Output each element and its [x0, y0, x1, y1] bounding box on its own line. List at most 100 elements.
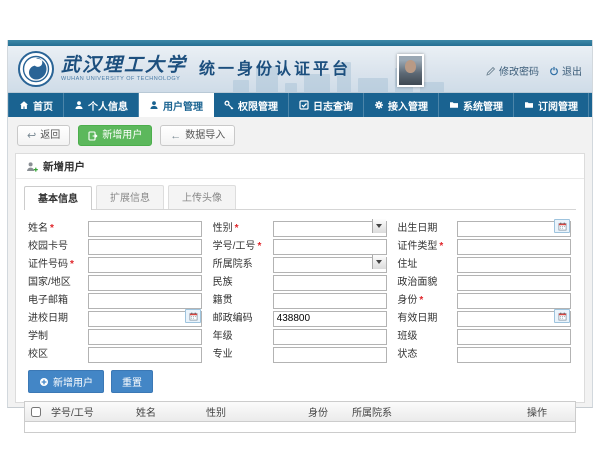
nav-item-6[interactable]: 系统管理	[439, 93, 514, 117]
field-label: 身份*	[397, 291, 457, 306]
field-input[interactable]	[457, 257, 571, 273]
field-input[interactable]	[88, 347, 202, 363]
table-header-cell: 所属院系	[348, 404, 523, 419]
calendar-icon[interactable]	[185, 309, 201, 323]
add-person-icon	[26, 161, 38, 173]
submit-add-user-label: 新增用户	[53, 374, 93, 389]
nav-item-label: 用户管理	[163, 98, 203, 113]
dropdown-arrow-icon[interactable]	[372, 219, 386, 233]
table-header-cell: 姓名	[132, 404, 202, 419]
nav-item-0[interactable]: 首页	[8, 93, 64, 117]
field-input-wrap	[457, 272, 571, 288]
field-input[interactable]	[88, 239, 202, 255]
tab-2[interactable]: 上传头像	[168, 185, 236, 209]
field-input-wrap	[273, 344, 387, 360]
field-label: 校区	[28, 345, 88, 360]
form-field: 校园卡号	[28, 236, 207, 252]
field-input[interactable]	[88, 293, 202, 309]
tab-label: 扩展信息	[110, 193, 150, 204]
form-field: 年级	[213, 326, 392, 342]
gear-icon	[374, 100, 384, 110]
table-header-cell: 学号/工号	[47, 404, 132, 419]
field-input[interactable]	[273, 347, 387, 363]
nav-item-7[interactable]: 订阅管理	[514, 93, 589, 117]
data-import-button[interactable]: ← 数据导入	[160, 125, 235, 146]
nav-item-label: 首页	[33, 98, 53, 113]
table-header-cell: 操作	[523, 404, 575, 419]
required-asterisk: *	[235, 223, 239, 234]
table-empty-row	[25, 422, 575, 432]
check-square-icon	[299, 100, 309, 110]
field-input[interactable]	[88, 257, 202, 273]
user-icon	[149, 100, 159, 110]
field-input-wrap	[273, 236, 387, 252]
nav-item-4[interactable]: 日志查询	[289, 93, 364, 117]
form-field: 校区	[28, 344, 207, 360]
reset-label: 重置	[122, 374, 142, 389]
banner: 武汉理工大学 WUHAN UNIVERSITY OF TECHNOLOGY 统一…	[8, 46, 592, 93]
field-input-wrap	[273, 272, 387, 288]
field-input-wrap	[273, 254, 387, 270]
field-input[interactable]	[457, 239, 571, 255]
form-field: 出生日期	[397, 218, 576, 234]
nav-item-3[interactable]: 权限管理	[214, 93, 289, 117]
reset-button[interactable]: 重置	[111, 370, 153, 393]
field-input-wrap	[88, 344, 202, 360]
field-label: 学号/工号*	[213, 237, 273, 252]
tab-0[interactable]: 基本信息	[24, 186, 92, 210]
back-arrow-icon: ↩	[27, 131, 36, 141]
field-input[interactable]	[88, 275, 202, 291]
nav-item-2[interactable]: 用户管理	[139, 93, 214, 117]
screen: 武汉理工大学 WUHAN UNIVERSITY OF TECHNOLOGY 统一…	[0, 0, 600, 450]
field-input[interactable]	[457, 275, 571, 291]
field-input[interactable]	[88, 329, 202, 345]
form-actions: 新增用户 重置	[16, 362, 584, 395]
field-label: 姓名*	[28, 219, 88, 234]
form-tabs: 基本信息 扩展信息 上传头像	[24, 185, 576, 210]
back-button[interactable]: ↩ 返回	[17, 125, 70, 146]
field-input-wrap	[457, 290, 571, 306]
field-input[interactable]	[457, 347, 571, 363]
field-input-wrap	[88, 236, 202, 252]
nav-item-label: 个人信息	[88, 98, 128, 113]
nav-item-5[interactable]: 接入管理	[364, 93, 439, 117]
form-field: 民族	[213, 272, 392, 288]
dropdown-arrow-icon[interactable]	[372, 255, 386, 269]
folder-icon	[449, 100, 459, 110]
select-all-checkbox[interactable]	[31, 407, 41, 417]
field-input[interactable]	[273, 275, 387, 291]
import-arrow-icon: ←	[170, 131, 181, 141]
field-input[interactable]	[273, 221, 387, 237]
field-input-wrap	[88, 308, 202, 324]
app-window: 武汉理工大学 WUHAN UNIVERSITY OF TECHNOLOGY 统一…	[7, 40, 593, 408]
user-table: 学号/工号姓名性别身份所属院系操作	[24, 401, 576, 433]
nav-item-1[interactable]: 个人信息	[64, 93, 139, 117]
calendar-icon[interactable]	[554, 219, 570, 233]
tab-1[interactable]: 扩展信息	[96, 185, 164, 209]
field-input-wrap	[457, 344, 571, 360]
field-input[interactable]	[273, 257, 387, 273]
form-field: 进校日期	[28, 308, 207, 324]
field-input[interactable]	[273, 329, 387, 345]
field-input[interactable]	[273, 239, 387, 255]
university-logo-icon	[18, 51, 54, 87]
field-input[interactable]	[457, 293, 571, 309]
field-input-wrap	[88, 290, 202, 306]
nav-item-label: 日志查询	[313, 98, 353, 113]
field-input-wrap	[457, 326, 571, 342]
section-title: 新增用户	[43, 159, 85, 174]
field-input[interactable]	[88, 221, 202, 237]
field-input[interactable]	[457, 329, 571, 345]
change-password-link[interactable]: 修改密码	[486, 63, 539, 78]
add-user-icon	[88, 131, 98, 141]
add-user-toolbar-button[interactable]: 新增用户	[78, 125, 152, 146]
required-asterisk: *	[439, 241, 443, 252]
required-asterisk: *	[257, 241, 261, 252]
user-avatar[interactable]	[397, 54, 424, 87]
logout-link[interactable]: 退出	[549, 63, 582, 78]
submit-add-user-button[interactable]: 新增用户	[28, 370, 104, 393]
nav-item-label: 权限管理	[238, 98, 278, 113]
calendar-icon[interactable]	[554, 309, 570, 323]
field-input[interactable]	[273, 311, 387, 327]
field-input[interactable]	[273, 293, 387, 309]
